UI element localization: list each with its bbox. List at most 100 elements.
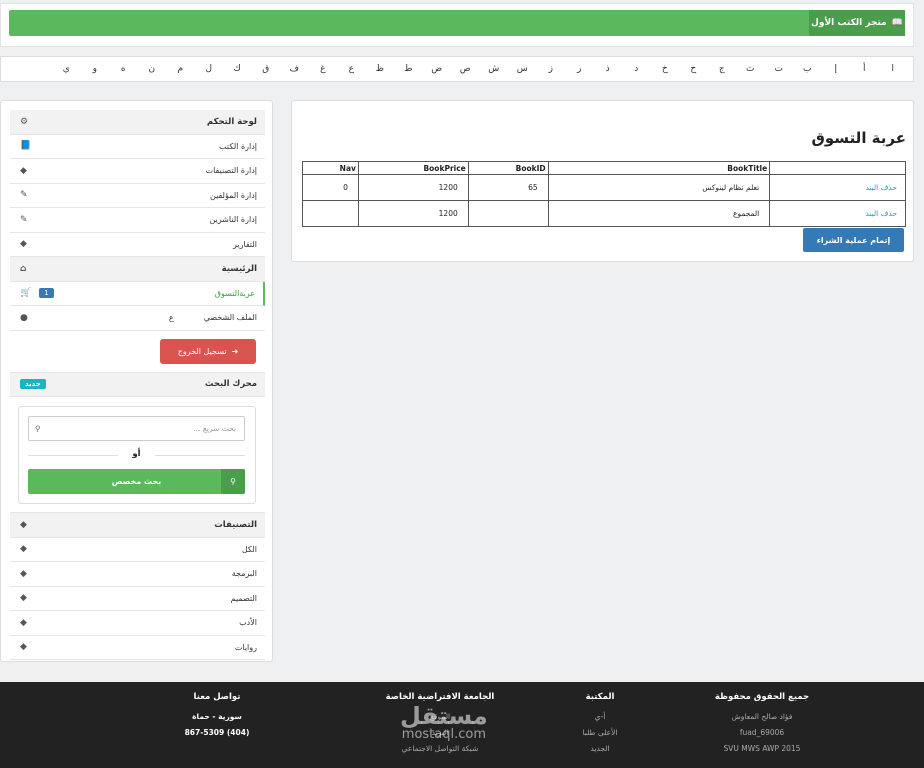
category-label: الكل [241,544,257,554]
control-panel-title: لوحة التحكم [206,116,257,127]
sidebar: لوحة التحكم ⚙ إدارة الكتب 📘 إدارة التصني… [0,100,273,662]
category-item-design[interactable]: التصميم ◆ [10,586,265,611]
cell-nav: 0 [302,174,359,201]
category-item-programming[interactable]: البرمجة ◆ [10,562,265,587]
alphabet-letter[interactable]: ج [708,64,737,74]
alphabet-letter[interactable]: غ [309,64,338,74]
tags-icon: ◆ [20,544,27,555]
footer-contact: تواصل معنا سورية - حماة (404) 867-5309 [172,692,262,744]
category-item-novels[interactable]: روايات ◆ [10,635,265,660]
table-row: 0 1200 65 تعلم نظام لينوكس حذف البند [302,174,906,201]
alphabet-letter[interactable]: إ [822,64,851,74]
footer-library: المكتبة أ-ي الأعلى طلبا الجديد [560,692,640,760]
home-header[interactable]: الرئيسية ⌂ [10,257,265,282]
footer-text: fuad_69006 [739,728,785,737]
cart-table: Nav BookPrice BookID BookTitle 0 1200 65… [302,161,906,227]
sidebar-item-profile[interactable]: الملف الشخصي ع ● [10,306,265,331]
alphabet-letter[interactable]: خ [651,64,680,74]
cart-icon: 🛒 [20,288,32,299]
alphabet-bar: اأإبتثجحخدذرزسشصضطظعغفقكلمنهوي [0,56,914,82]
sidebar-item-label: إدارة التصنيفات [205,166,257,176]
edit-icon: ✎ [20,214,28,225]
alphabet-letter[interactable]: ذ [594,64,623,74]
table-row: 1200 المجموع حذف البند [302,200,906,227]
alphabet-letter[interactable]: ر [565,64,594,74]
alphabet-letter[interactable]: ث [736,64,765,74]
alphabet-letter[interactable]: ن [138,64,167,74]
footer-heading: تواصل معنا [193,692,241,702]
footer-link[interactable]: الجديد [560,744,640,753]
alphabet-letter[interactable]: ح [679,64,708,74]
alphabet-letter[interactable]: ا [879,64,908,74]
alphabet-letter[interactable]: ف [280,64,309,74]
alphabet-letter[interactable]: ظ [366,64,395,74]
watermark-en: mostaql.com [401,727,486,742]
cart-panel: عربة التسوق Nav BookPrice BookID BookTit… [291,100,914,262]
footer-heading: المكتبة [585,692,615,702]
alphabet-letter[interactable]: ت [765,64,794,74]
alphabet-letter[interactable]: ع [337,64,366,74]
sidebar-item-manage-categories[interactable]: إدارة التصنيفات ◆ [10,159,265,184]
tags-icon: ◆ [20,519,27,530]
column-header-id: BookID [467,161,549,175]
logout-section: ➜ تسجيل الخروج [10,331,265,373]
category-item-literature[interactable]: الأدب ◆ [10,611,265,636]
alphabet-letter[interactable]: ص [451,64,480,74]
footer-link[interactable]: شبكة التواصل الاجتماعي [380,744,500,753]
cell-total-label: المجموع [547,200,771,227]
brand-link[interactable]: 📖 متجر الكتب الأول [809,10,905,36]
alphabet-letter[interactable]: ز [537,64,566,74]
sidebar-item-manage-authors[interactable]: إدارة المؤلفين ✎ [10,183,265,208]
top-navbar: 📖 متجر الكتب الأول [9,10,905,36]
tag-icon: ◆ [20,568,27,579]
book-icon: 📘 [20,141,32,152]
user-icon: ● [20,312,28,323]
quick-search-input[interactable]: بحث سريع ... ⚲ [28,416,245,441]
alphabet-letter[interactable]: ل [195,64,224,74]
alphabet-letter[interactable]: ه [109,64,138,74]
alphabet-letter[interactable]: د [622,64,651,74]
alphabet-letter[interactable]: ي [52,64,81,74]
delete-item-link[interactable]: حذف البند [769,200,906,227]
categories-title: التصنيفات [214,519,257,530]
alphabet-letter[interactable]: س [508,64,537,74]
cell-total-price: 1200 [357,200,469,227]
category-item-all[interactable]: الكل ◆ [10,537,265,562]
alphabet-letter[interactable]: ط [394,64,423,74]
alphabet-letter[interactable]: ب [793,64,822,74]
footer-link[interactable]: أ-ي [560,712,640,721]
or-divider: أو [28,449,245,459]
cell-id: 65 [467,174,549,201]
brand-label: متجر الكتب الأول [811,18,887,28]
alphabet-letter[interactable]: أ [850,64,879,74]
custom-search-button[interactable]: بحث مخصص ⚲ [28,469,245,494]
alphabet-letter[interactable]: م [166,64,195,74]
delete-item-link[interactable]: حذف البند [769,174,906,201]
sidebar-item-cart[interactable]: عربةالتسوق 1 🛒 [10,281,265,306]
sign-out-icon: ➜ [231,346,239,356]
edit-icon: ✎ [20,190,28,201]
footer-text: سورية - حماة [192,712,242,721]
alphabet-letter[interactable]: ش [480,64,509,74]
column-header-nav: Nav [302,161,359,175]
sidebar-item-manage-publishers[interactable]: إدارة الناشرين ✎ [10,208,265,233]
alphabet-letter[interactable]: ق [252,64,281,74]
footer-link[interactable]: الأعلى طلبا [560,728,640,737]
sidebar-item-label: إدارة الناشرين [209,215,257,225]
watermark-ar: مستقل [400,702,488,730]
book-icon: 📖 [891,18,903,28]
alphabet-letter[interactable]: ض [423,64,452,74]
sidebar-item-reports[interactable]: التقارير ◆ [10,232,265,257]
alphabet-letter[interactable]: و [81,64,110,74]
footer-copyright: جميع الحقوق محفوظة فؤاد صالح المعاوش fua… [712,692,812,760]
sidebar-item-label: الملف الشخصي [203,313,257,323]
categories-header: التصنيفات ◆ [10,513,265,538]
checkout-button[interactable]: إتمام عملية الشراء [803,228,904,252]
logout-button[interactable]: ➜ تسجيل الخروج [160,338,256,364]
search-icon: ⚲ [221,469,245,494]
sidebar-item-manage-books[interactable]: إدارة الكتب 📘 [10,134,265,159]
alphabet-letter[interactable]: ك [223,64,252,74]
tag-icon: ◆ [20,239,27,250]
tag-icon: ◆ [20,593,27,604]
custom-search-label: بحث مخصص [111,477,162,486]
